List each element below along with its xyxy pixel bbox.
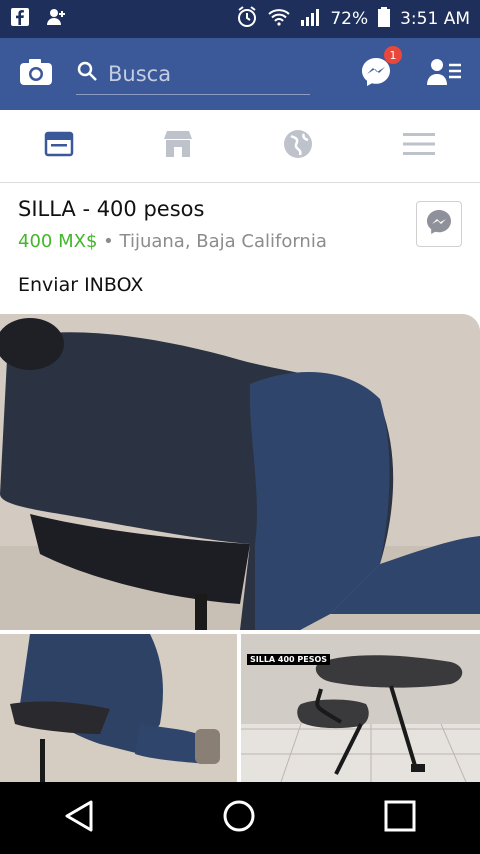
listing-photo-thumb-2[interactable]: SILLA 400 PESOS (241, 634, 480, 782)
search-icon (76, 60, 98, 87)
tab-bar (0, 110, 480, 183)
photo-main-illustration (0, 314, 480, 630)
battery-level: 72% (330, 9, 369, 29)
wifi-icon (268, 8, 290, 31)
friend-requests-icon[interactable] (426, 57, 462, 91)
battery-icon (378, 6, 391, 32)
message-seller-button[interactable] (416, 201, 462, 247)
listing-subline: 400 MX$ • Tijuana, Baja California (18, 231, 462, 252)
clock-time: 3:51 AM (400, 9, 470, 29)
recents-icon[interactable] (383, 799, 417, 837)
listing-location: Tijuana, Baja California (119, 231, 327, 252)
messenger-icon (360, 58, 392, 92)
friend-request-icon (46, 7, 66, 32)
listing-separator: • (103, 231, 114, 252)
search-field[interactable]: Busca (76, 54, 310, 95)
photo-thumb-1-illustration (0, 634, 237, 782)
listing-photo-thumb-1[interactable] (0, 634, 237, 782)
listing-card: SILLA - 400 pesos 400 MX$ • Tijuana, Baj… (0, 183, 480, 309)
back-icon[interactable] (63, 799, 95, 837)
signal-icon (300, 8, 320, 31)
search-placeholder: Busca (108, 61, 172, 86)
android-nav-bar (0, 782, 480, 854)
tab-news-feed-icon[interactable] (44, 131, 74, 161)
tab-globe-icon[interactable] (282, 128, 314, 164)
app-bar: Busca 1 (0, 38, 480, 110)
messenger-button[interactable]: 1 (360, 46, 402, 92)
status-bar: 72% 3:51 AM (0, 0, 480, 38)
listing-price: 400 MX$ (18, 231, 98, 252)
messenger-badge: 1 (384, 46, 402, 64)
photo-caption: SILLA 400 PESOS (247, 654, 331, 665)
messenger-icon (426, 209, 452, 239)
tab-marketplace-icon[interactable] (162, 129, 194, 163)
listing-photo-main[interactable] (0, 314, 480, 630)
facebook-notification-icon (10, 7, 30, 32)
home-icon[interactable] (222, 799, 256, 837)
camera-icon[interactable] (18, 57, 54, 91)
listing-note: Enviar INBOX (18, 274, 144, 296)
alarm-icon (236, 5, 258, 33)
tab-menu-icon[interactable] (402, 131, 436, 161)
listing-title: SILLA - 400 pesos (18, 197, 205, 221)
